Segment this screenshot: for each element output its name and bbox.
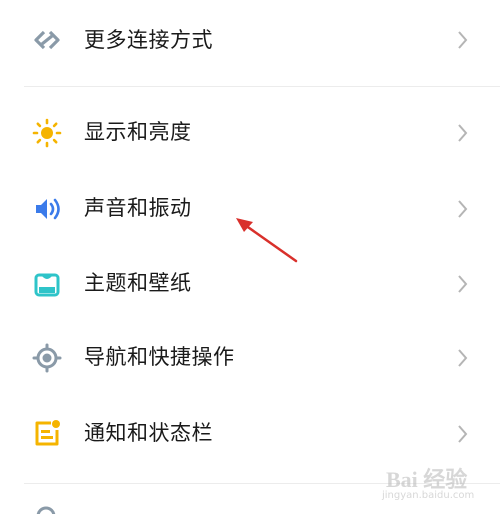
section-divider <box>24 86 500 87</box>
theme-icon <box>32 269 62 299</box>
chevron-right-icon <box>452 121 472 145</box>
sun-icon <box>32 118 62 148</box>
settings-screen: 更多连接方式 显示和亮度 声音和振动 主题和壁纸 导航和快捷操作 通知和状态栏 … <box>0 0 500 514</box>
chevron-right-icon <box>452 28 472 52</box>
settings-item-label: 更多连接方式 <box>84 28 213 52</box>
settings-item-display[interactable]: 显示和亮度 <box>0 95 500 171</box>
watermark-url: jingyan.baidu.com <box>382 490 475 501</box>
settings-item-label: 显示和亮度 <box>84 120 192 144</box>
watermark-logo: Bai 经验 jingyan.baidu.com <box>378 458 488 508</box>
settings-item-label: 导航和快捷操作 <box>84 345 235 369</box>
settings-item-label: 声音和振动 <box>84 196 192 220</box>
settings-item-label: 主题和壁纸 <box>84 271 192 295</box>
speaker-icon <box>32 194 62 224</box>
settings-item-navigation[interactable]: 导航和快捷操作 <box>0 320 500 396</box>
settings-item-more-connections[interactable]: 更多连接方式 <box>0 2 500 78</box>
partial-row-icon <box>36 506 56 514</box>
settings-item-sound[interactable]: 声音和振动 <box>0 171 500 247</box>
settings-item-theme[interactable]: 主题和壁纸 <box>0 246 500 322</box>
chevron-right-icon <box>452 346 472 370</box>
chevron-right-icon <box>452 422 472 446</box>
navigation-icon <box>32 343 62 373</box>
chevron-right-icon <box>452 197 472 221</box>
notification-icon <box>32 418 62 448</box>
settings-item-label: 通知和状态栏 <box>84 421 213 445</box>
chevron-right-icon <box>452 272 472 296</box>
link-icon <box>32 25 62 55</box>
